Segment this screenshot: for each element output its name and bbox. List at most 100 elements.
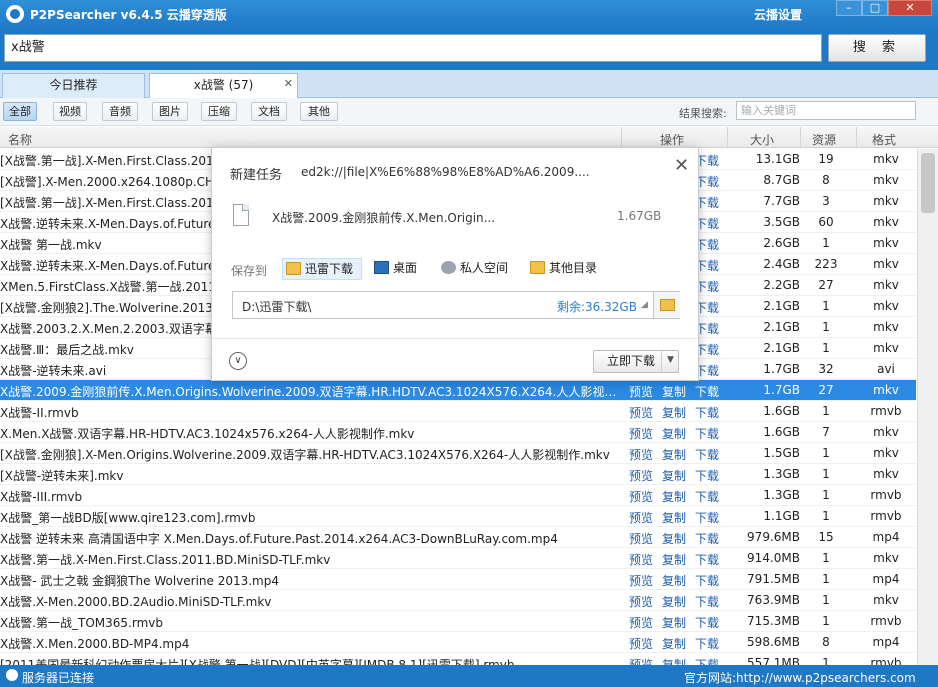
- download-link[interactable]: 下载: [695, 509, 719, 526]
- copy-link[interactable]: 复制: [662, 530, 686, 547]
- copy-link[interactable]: 复制: [662, 383, 686, 400]
- file-name: X战警-III.rmvb: [0, 490, 83, 504]
- download-link[interactable]: 下载: [695, 635, 719, 652]
- file-format: mp4: [872, 572, 900, 586]
- download-link[interactable]: 下载: [695, 572, 719, 589]
- col-size-header[interactable]: 大小: [750, 131, 774, 148]
- search-input[interactable]: x战警: [4, 34, 822, 62]
- preview-link[interactable]: 预览: [629, 404, 653, 421]
- table-row[interactable]: [X战警-逆转未来].mkv 预览 复制 下载 1.3GB 1 mkv: [0, 464, 916, 485]
- copy-link[interactable]: 复制: [662, 593, 686, 610]
- col-format-header[interactable]: 格式: [872, 131, 896, 148]
- maximize-icon[interactable]: □: [862, 0, 888, 16]
- file-size: 1.7GB: [763, 383, 800, 397]
- browse-folder-button[interactable]: [653, 292, 680, 318]
- copy-link[interactable]: 复制: [662, 572, 686, 589]
- tab-search-result[interactable]: x战警 (57) ✕: [149, 73, 298, 98]
- download-link[interactable]: 下载: [695, 551, 719, 568]
- table-row[interactable]: X.Men.X战警.双语字幕.HR-HDTV.AC3.1024x576.x264…: [0, 422, 916, 443]
- table-row-selected[interactable]: X战警.2009.金刚狼前传.X.Men.Origins.Wolverine.2…: [0, 380, 916, 401]
- minimize-icon[interactable]: –: [836, 0, 862, 16]
- download-link[interactable]: 下载: [695, 488, 719, 505]
- preview-link[interactable]: 预览: [629, 383, 653, 400]
- filter-video-button[interactable]: 视频: [53, 102, 87, 121]
- copy-link[interactable]: 复制: [662, 509, 686, 526]
- download-link[interactable]: 下载: [695, 467, 719, 484]
- download-link[interactable]: 下载: [695, 614, 719, 631]
- source-count: 1: [822, 404, 830, 418]
- download-link[interactable]: 下载: [695, 404, 719, 421]
- preview-link[interactable]: 预览: [629, 509, 653, 526]
- dropdown-caret-icon[interactable]: ◢: [641, 300, 648, 310]
- download-link[interactable]: 下载: [695, 383, 719, 400]
- preview-link[interactable]: 预览: [629, 656, 653, 665]
- preview-link[interactable]: 预览: [629, 572, 653, 589]
- table-row[interactable]: X战警- 武士之戟 金鋼狼The Wolverine 2013.mp4 预览 复制下…: [0, 569, 916, 590]
- download-link[interactable]: 下载: [695, 530, 719, 547]
- preview-link[interactable]: 预览: [629, 488, 653, 505]
- location-desktop[interactable]: 桌面: [371, 258, 427, 280]
- location-private-space[interactable]: 私人空间: [438, 258, 522, 280]
- filter-zip-button[interactable]: 压缩: [201, 102, 237, 121]
- table-row[interactable]: X战警_第一战BD版[www.qire123.com].rmvb 预览 复制 下载 1.…: [0, 506, 916, 527]
- preview-link[interactable]: 预览: [629, 467, 653, 484]
- location-xunlei-download[interactable]: 迅雷下载: [282, 258, 362, 280]
- file-format: mkv: [873, 467, 899, 481]
- scrollbar-thumb[interactable]: [921, 153, 935, 213]
- filter-audio-button[interactable]: 音频: [102, 102, 138, 121]
- preview-link[interactable]: 预览: [629, 446, 653, 463]
- location-other-dir[interactable]: 其他目录: [527, 258, 607, 280]
- copy-link[interactable]: 复制: [662, 488, 686, 505]
- file-name: X战警.第一战_TOM365.rmvb: [0, 616, 164, 630]
- table-row[interactable]: X战警.X-Men.2000.BD.2Audio.MiniSD-TLF.mkv 预…: [0, 590, 916, 611]
- download-link[interactable]: 下载: [695, 425, 719, 442]
- col-source-header[interactable]: 资源: [812, 131, 836, 148]
- copy-link[interactable]: 复制: [662, 446, 686, 463]
- expand-chevron-icon[interactable]: ∨: [229, 352, 247, 370]
- official-site-link[interactable]: 官方网站:http://www.p2psearchers.com: [684, 669, 916, 686]
- preview-link[interactable]: 预览: [629, 425, 653, 442]
- table-row[interactable]: X战警-III.rmvb 预览 复制 下载 1.3GB 1 rmvb: [0, 485, 916, 506]
- table-row[interactable]: [2011美国最新科幻动作票房大片][X战警 第一战][DVD][中英字幕][I…: [0, 653, 916, 665]
- table-row[interactable]: X战警-II.rmvb 预览 复制 下载 1.6GB 1 rmvb: [0, 401, 916, 422]
- close-icon[interactable]: ✕: [674, 155, 689, 176]
- copy-link[interactable]: 复制: [662, 635, 686, 652]
- vertical-scrollbar[interactable]: [917, 149, 938, 665]
- table-row[interactable]: X战警.X.Men.2000.BD-MP4.mp4 预览 复制 下载 598.6MB 8 m…: [0, 632, 916, 653]
- filter-image-button[interactable]: 图片: [152, 102, 188, 121]
- preview-link[interactable]: 预览: [629, 614, 653, 631]
- col-name-header[interactable]: 名称: [8, 131, 32, 148]
- copy-link[interactable]: 复制: [662, 656, 686, 665]
- download-link[interactable]: 下载: [695, 593, 719, 610]
- filter-doc-button[interactable]: 文档: [251, 102, 287, 121]
- result-search-input[interactable]: 输入关键词: [736, 101, 916, 120]
- preview-link[interactable]: 预览: [629, 530, 653, 547]
- preview-link[interactable]: 预览: [629, 593, 653, 610]
- preview-link[interactable]: 预览: [629, 551, 653, 568]
- copy-link[interactable]: 复制: [662, 425, 686, 442]
- table-row[interactable]: X战警.第一战.X-Men.First.Class.2011.BD.MiniSD…: [0, 548, 916, 569]
- table-row[interactable]: X战警 逆转未来 高清国语中字 X.Men.Days.of.Future.Pas…: [0, 527, 916, 548]
- tab-today[interactable]: 今日推荐: [2, 73, 145, 98]
- save-path-field[interactable]: D:\迅雷下载\ 剩余:36.32GB ◢: [232, 291, 680, 319]
- chevron-down-icon[interactable]: ▼: [661, 350, 679, 373]
- copy-link[interactable]: 复制: [662, 614, 686, 631]
- copy-link[interactable]: 复制: [662, 467, 686, 484]
- close-window-icon[interactable]: ✕: [888, 0, 932, 16]
- tab-close-icon[interactable]: ✕: [284, 72, 293, 95]
- cloud-settings-link[interactable]: 云播设置: [754, 6, 802, 23]
- filter-all-button[interactable]: 全部: [3, 102, 37, 121]
- filter-other-button[interactable]: 其他: [300, 102, 338, 121]
- copy-link[interactable]: 复制: [662, 551, 686, 568]
- preview-link[interactable]: 预览: [629, 635, 653, 652]
- copy-link[interactable]: 复制: [662, 404, 686, 421]
- table-row[interactable]: [X战警.金刚狼].X-Men.Origins.Wolverine.2009.双…: [0, 443, 916, 464]
- col-divider: [727, 127, 728, 148]
- source-count: 1: [822, 341, 830, 355]
- download-link[interactable]: 下载: [695, 446, 719, 463]
- search-button[interactable]: 搜 索: [828, 34, 926, 62]
- file-format: rmvb: [870, 509, 902, 523]
- file-format: mp4: [872, 530, 900, 544]
- table-row[interactable]: X战警.第一战_TOM365.rmvb 预览 复制 下载 715.3MB 1 rmvb: [0, 611, 916, 632]
- download-link[interactable]: 下载: [695, 656, 719, 665]
